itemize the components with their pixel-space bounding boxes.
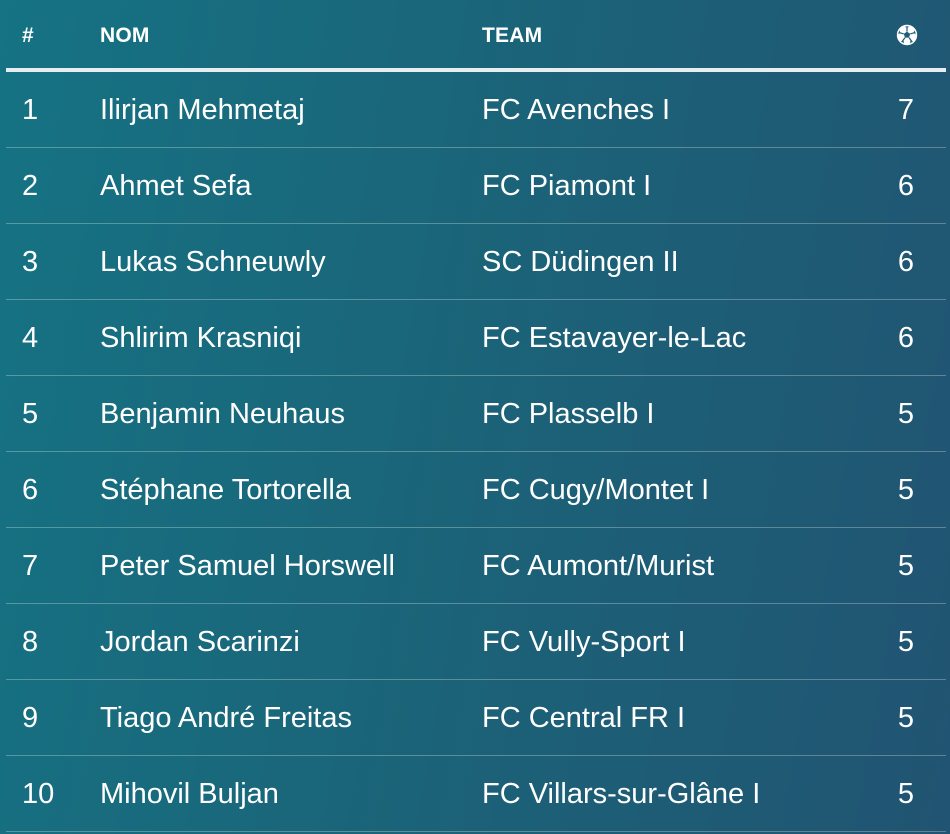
- rank-cell: 10: [22, 778, 55, 810]
- rank-cell: 6: [22, 474, 39, 506]
- goals-cell: 6: [897, 322, 914, 354]
- player-name-cell: Jordan Scarinzi: [100, 626, 300, 658]
- player-name-cell: Tiago André Freitas: [100, 702, 352, 734]
- table-row[interactable]: 8 Jordan Scarinzi FC Vully-Sport I 5: [0, 604, 950, 680]
- table-body: 1 Ilirjan Mehmetaj FC Avenches I 7 2 Ahmet Se…: [0, 72, 950, 832]
- team-name-cell: FC Vully-Sport I: [482, 626, 686, 658]
- rank-cell: 4: [22, 322, 39, 354]
- player-name-cell: Benjamin Neuhaus: [100, 398, 346, 430]
- team-name-cell: FC Cugy/Montet I: [482, 474, 710, 506]
- header-rank[interactable]: #: [22, 24, 34, 48]
- header-team[interactable]: TEAM: [482, 24, 542, 48]
- team-name-cell: FC Estavayer-le-Lac: [482, 322, 747, 354]
- goals-cell: 5: [897, 474, 914, 506]
- goals-cell: 5: [897, 702, 914, 734]
- table-row[interactable]: 9 Tiago André Freitas FC Central FR I 5: [0, 680, 950, 756]
- table-row[interactable]: 3 Lukas Schneuwly SC Düdingen II 6: [0, 224, 950, 300]
- team-name-cell: SC Düdingen II: [482, 246, 679, 278]
- rank-cell: 9: [22, 702, 39, 734]
- goals-cell: 6: [897, 246, 914, 278]
- goals-cell: 5: [897, 398, 914, 430]
- team-name-cell: FC Plasselb I: [482, 398, 655, 430]
- rank-cell: 7: [22, 550, 39, 582]
- team-name-cell: FC Piamont I: [482, 170, 652, 202]
- scorers-table: # NOM TEAM 1 Ilirjan Mehmetaj FC Avenches …: [0, 0, 950, 834]
- table-row[interactable]: 1 Ilirjan Mehmetaj FC Avenches I 7: [0, 72, 950, 148]
- table-row[interactable]: 4 Shlirim Krasniqi FC Estavayer-le-Lac 6: [0, 300, 950, 376]
- soccer-ball-icon[interactable]: [896, 24, 918, 46]
- rank-cell: 3: [22, 246, 39, 278]
- goals-cell: 7: [897, 94, 914, 126]
- goals-cell: 5: [897, 626, 914, 658]
- rank-cell: 1: [22, 94, 39, 126]
- table-header: # NOM TEAM: [0, 0, 950, 68]
- table-row[interactable]: 6 Stéphane Tortorella FC Cugy/Montet I 5: [0, 452, 950, 528]
- player-name-cell: Shlirim Krasniqi: [100, 322, 302, 354]
- team-name-cell: FC Villars-sur-Glâne I: [482, 778, 761, 810]
- goals-cell: 6: [897, 170, 914, 202]
- table-row[interactable]: 7 Peter Samuel Horswell FC Aumont/Murist 5: [0, 528, 950, 604]
- player-name-cell: Stéphane Tortorella: [100, 474, 351, 506]
- player-name-cell: Mihovil Buljan: [100, 778, 279, 810]
- goals-cell: 5: [897, 778, 914, 810]
- rank-cell: 2: [22, 170, 39, 202]
- team-name-cell: FC Aumont/Murist: [482, 550, 715, 582]
- player-name-cell: Lukas Schneuwly: [100, 246, 326, 278]
- table-row[interactable]: 5 Benjamin Neuhaus FC Plasselb I 5: [0, 376, 950, 452]
- table-row[interactable]: 10 Mihovil Buljan FC Villars-sur-Glâne I 5: [0, 756, 950, 832]
- table-row[interactable]: 2 Ahmet Sefa FC Piamont I 6: [0, 148, 950, 224]
- player-name-cell: Ilirjan Mehmetaj: [100, 94, 305, 126]
- header-name[interactable]: NOM: [100, 24, 150, 48]
- player-name-cell: Ahmet Sefa: [100, 170, 252, 202]
- team-name-cell: FC Avenches I: [482, 94, 671, 126]
- team-name-cell: FC Central FR I: [482, 702, 686, 734]
- rank-cell: 8: [22, 626, 39, 658]
- player-name-cell: Peter Samuel Horswell: [100, 550, 395, 582]
- rank-cell: 5: [22, 398, 39, 430]
- goals-cell: 5: [897, 550, 914, 582]
